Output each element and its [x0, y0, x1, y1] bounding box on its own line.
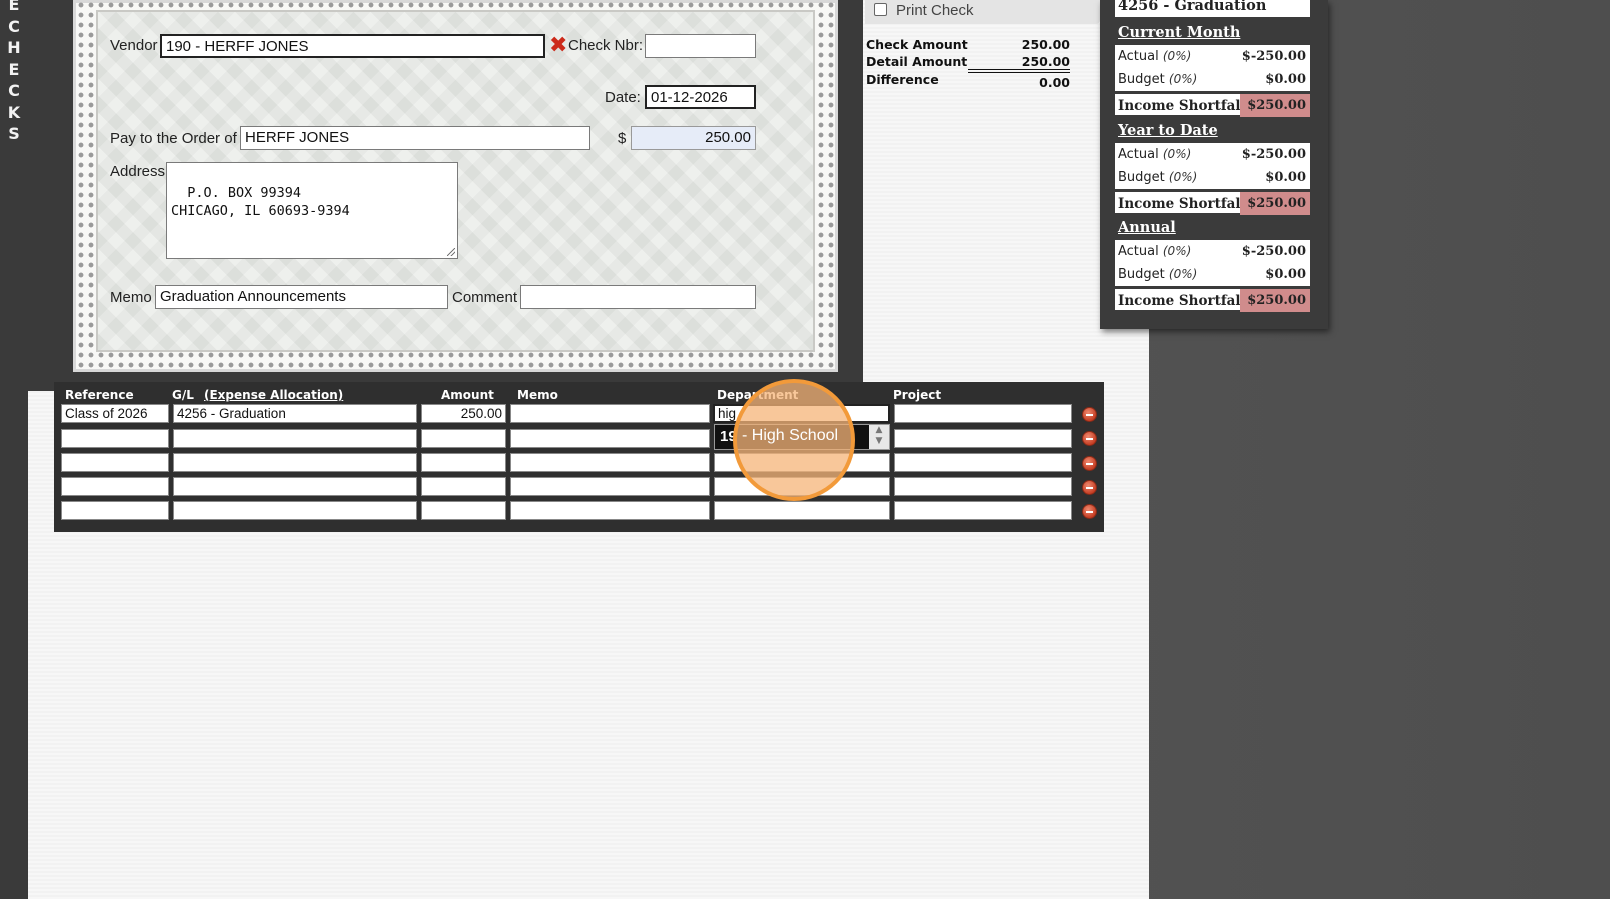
remove-row-2-minus-icon[interactable] [1082, 431, 1097, 446]
ytd-budget: Budget (0%) $0.00 [1115, 166, 1310, 189]
row-4-reference[interactable] [61, 477, 169, 496]
row-2-gl[interactable] [173, 429, 417, 448]
row-5-gl[interactable] [173, 501, 417, 520]
header-amount: Amount [441, 388, 494, 402]
row-1-memo[interactable] [510, 404, 710, 423]
expense-allocation-link[interactable]: (Expense Allocation) [204, 388, 343, 402]
remove-row-4-minus-icon[interactable] [1082, 480, 1097, 495]
memo-label: Memo [110, 289, 152, 306]
remove-row-1-minus-icon[interactable] [1082, 407, 1097, 422]
currency-symbol: $ [618, 130, 627, 147]
row-4-memo[interactable] [510, 477, 710, 496]
row-5-reference[interactable] [61, 501, 169, 520]
row-3-amount[interactable] [421, 453, 506, 472]
row-5-amount[interactable] [421, 501, 506, 520]
row-5-department[interactable] [714, 501, 890, 520]
header-reference: Reference [65, 388, 134, 402]
row-1-reference[interactable]: Class of 2026 [61, 404, 169, 423]
pay-to-label: Pay to the Order of [110, 130, 237, 147]
row-1-project[interactable] [894, 404, 1072, 423]
row-4-gl[interactable] [173, 477, 417, 496]
side-tab-strip[interactable]: E C H E C K S [0, 0, 28, 899]
section-annual: Annual [1118, 219, 1176, 236]
vendor-label: Vendor [110, 37, 158, 54]
row-3-gl[interactable] [173, 453, 417, 472]
remove-row-5-minus-icon[interactable] [1082, 504, 1097, 519]
detail-amount-value: 250.00 [1021, 54, 1070, 69]
row-4-project[interactable] [894, 477, 1072, 496]
ytd-actual: Actual (0%) $-250.00 [1115, 143, 1310, 166]
check-amount-value: 250.00 [1021, 37, 1070, 52]
department-option-label[interactable]: - High School [742, 427, 838, 445]
memo-field[interactable]: Graduation Announcements [155, 285, 448, 309]
check-nbr-field[interactable] [645, 34, 756, 58]
comment-field[interactable] [520, 285, 756, 309]
difference-value: 0.00 [1039, 75, 1070, 90]
header-project: Project [893, 388, 942, 402]
total-divider [968, 69, 1070, 73]
section-current-month: Current Month [1118, 24, 1241, 41]
resize-grip-icon[interactable] [447, 248, 455, 256]
address-label: Address [110, 163, 166, 180]
row-2-project[interactable] [894, 429, 1072, 448]
annual-budget: Budget (0%) $0.00 [1115, 263, 1310, 286]
row-2-memo[interactable] [510, 429, 710, 448]
print-check-label: Print Check [896, 2, 974, 19]
header-memo: Memo [517, 388, 558, 402]
check-amount-field[interactable]: 250.00 [631, 126, 756, 150]
current-month-budget: Budget (0%) $0.00 [1115, 68, 1310, 91]
current-month-shortfall: Income Shortfall $250.00 [1115, 92, 1310, 117]
current-month-actual: Actual (0%) $-250.00 [1115, 45, 1310, 68]
address-textarea[interactable]: P.O. BOX 99394 CHICAGO, IL 60693-9394 [166, 162, 458, 259]
remove-row-3-minus-icon[interactable] [1082, 456, 1097, 471]
print-check-row[interactable]: Print Check [865, 0, 1100, 24]
row-3-memo[interactable] [510, 453, 710, 472]
row-2-reference[interactable] [61, 429, 169, 448]
comment-label: Comment [452, 289, 518, 306]
vendor-field[interactable]: 190 - HERFF JONES [160, 34, 545, 58]
header-gl: G/L [172, 388, 194, 402]
section-year-to-date: Year to Date [1118, 122, 1218, 139]
row-2-amount[interactable] [421, 429, 506, 448]
print-check-checkbox[interactable] [874, 3, 887, 16]
row-5-project[interactable] [894, 501, 1072, 520]
ytd-shortfall: Income Shortfall $250.00 [1115, 190, 1310, 215]
date-field[interactable]: 01-12-2026 [645, 85, 756, 109]
annual-shortfall: Income Shortfall $250.00 [1115, 287, 1310, 312]
check-amount-label: Check Amount [866, 37, 968, 52]
row-4-amount[interactable] [421, 477, 506, 496]
autocomplete-scrollbar[interactable]: ▲ ▼ [869, 425, 889, 449]
row-3-project[interactable] [894, 453, 1072, 472]
row-3-reference[interactable] [61, 453, 169, 472]
row-1-gl[interactable]: 4256 - Graduation [173, 404, 417, 423]
annual-actual: Actual (0%) $-250.00 [1115, 240, 1310, 263]
difference-label: Difference [866, 72, 939, 87]
budget-panel: 4256 - Graduation Current Month Actual (… [1100, 0, 1328, 329]
pay-to-field[interactable]: HERFF JONES [240, 126, 590, 150]
side-tab-label: E C H E C K S [7, 0, 21, 143]
date-label: Date: [605, 89, 641, 106]
detail-amount-label: Detail Amount [866, 54, 968, 69]
clear-vendor-x-icon[interactable]: ✖ [549, 35, 569, 57]
row-5-memo[interactable] [510, 501, 710, 520]
row-1-amount[interactable]: 250.00 [421, 404, 506, 423]
budget-account: 4256 - Graduation [1115, 0, 1310, 17]
address-text: P.O. BOX 99394 CHICAGO, IL 60693-9394 [171, 185, 350, 219]
check-nbr-label: Check Nbr: [568, 37, 644, 54]
